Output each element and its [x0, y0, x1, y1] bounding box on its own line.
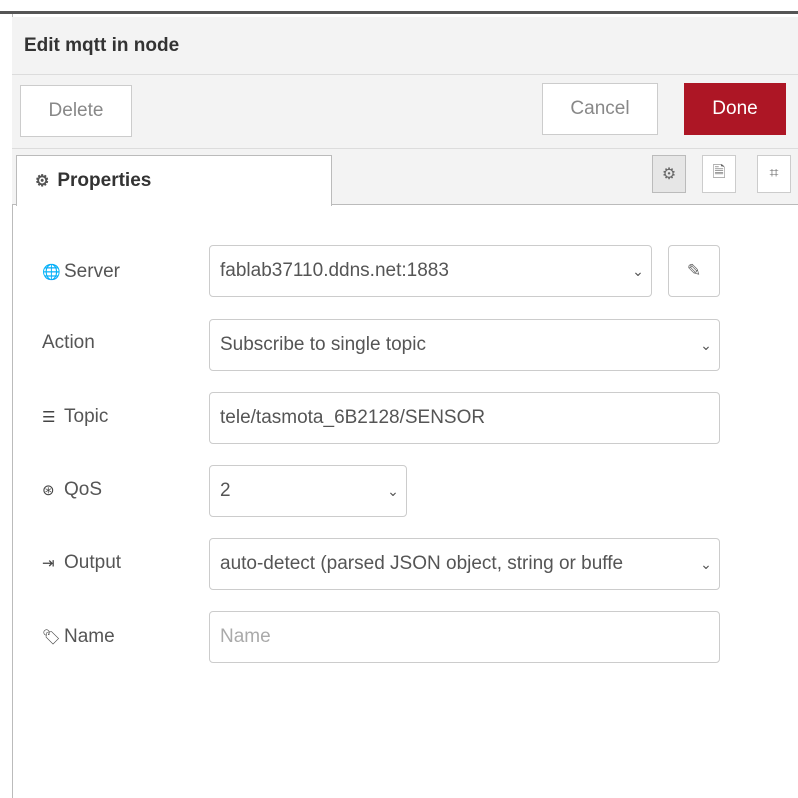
cancel-button[interactable]: Cancel: [542, 83, 658, 135]
done-button[interactable]: Done: [684, 83, 786, 135]
action-label: Action: [42, 332, 95, 353]
delete-button[interactable]: Delete: [20, 85, 132, 137]
output-value: auto-detect (parsed JSON object, string …: [220, 553, 624, 574]
tray-toolbar: Delete Cancel Done: [12, 75, 798, 149]
action-label-row: Action: [42, 323, 95, 363]
chevron-down-icon: ⌄: [387, 482, 399, 499]
name-label-row: 🏷 Name: [42, 617, 115, 657]
qos-label-row: ⊛ QoS: [42, 470, 102, 510]
topic-label: Topic: [64, 406, 109, 427]
action-value: Subscribe to single topic: [220, 334, 426, 355]
server-select[interactable]: fablab37110.ddns.net:1883 ⌄: [209, 245, 652, 297]
topic-value: tele/tasmota_6B2128/SENSOR: [220, 407, 486, 428]
appearance-icon: ⌗: [769, 165, 779, 182]
qos-select[interactable]: 2 ⌄: [209, 465, 407, 517]
sign-out-icon: ⇥: [42, 555, 55, 572]
tray-title: Edit mqtt in node: [24, 35, 180, 56]
output-select[interactable]: auto-detect (parsed JSON object, string …: [209, 538, 720, 590]
tab-strip: ⚙ Properties ⚙ 🗎 ⌗: [12, 149, 798, 206]
description-tab-button[interactable]: 🗎: [702, 155, 736, 193]
globe-icon: 🌐: [42, 264, 61, 281]
chevron-down-icon: ⌄: [700, 555, 712, 572]
tag-icon: 🏷: [42, 629, 62, 646]
output-label: Output: [64, 552, 122, 573]
settings-tab-button[interactable]: ⚙: [652, 155, 686, 193]
description-icon: 🗎: [712, 163, 726, 181]
qos-icon: ⊛: [42, 482, 55, 499]
tasks-icon: ☰: [42, 409, 56, 426]
server-label-row: 🌐 Server: [42, 252, 120, 292]
appearance-tab-button[interactable]: ⌗: [757, 155, 791, 193]
cog-icon: ⚙: [35, 173, 50, 190]
chevron-down-icon: ⌄: [700, 336, 712, 353]
tab-properties[interactable]: ⚙ Properties: [16, 155, 332, 206]
tab-properties-label: Properties: [57, 170, 152, 191]
tray-header: Edit mqtt in node: [12, 17, 798, 75]
top-edge-bar: [0, 0, 798, 14]
name-input[interactable]: Name: [209, 611, 720, 663]
pencil-icon: ✎: [686, 261, 702, 280]
output-label-row: ⇥ Output: [42, 543, 121, 583]
topic-input[interactable]: tele/tasmota_6B2128/SENSOR: [209, 392, 720, 444]
name-label: Name: [64, 626, 115, 647]
edit-server-button[interactable]: ✎: [668, 245, 720, 297]
topic-label-row: ☰ Topic: [42, 397, 108, 437]
qos-value: 2: [220, 480, 231, 501]
name-placeholder: Name: [220, 626, 271, 647]
server-value: fablab37110.ddns.net:1883: [220, 260, 449, 281]
server-label: Server: [64, 261, 120, 282]
cog-icon: ⚙: [661, 166, 677, 183]
qos-label: QoS: [64, 479, 103, 500]
chevron-down-icon: ⌄: [632, 262, 644, 279]
action-select[interactable]: Subscribe to single topic ⌄: [209, 319, 720, 371]
